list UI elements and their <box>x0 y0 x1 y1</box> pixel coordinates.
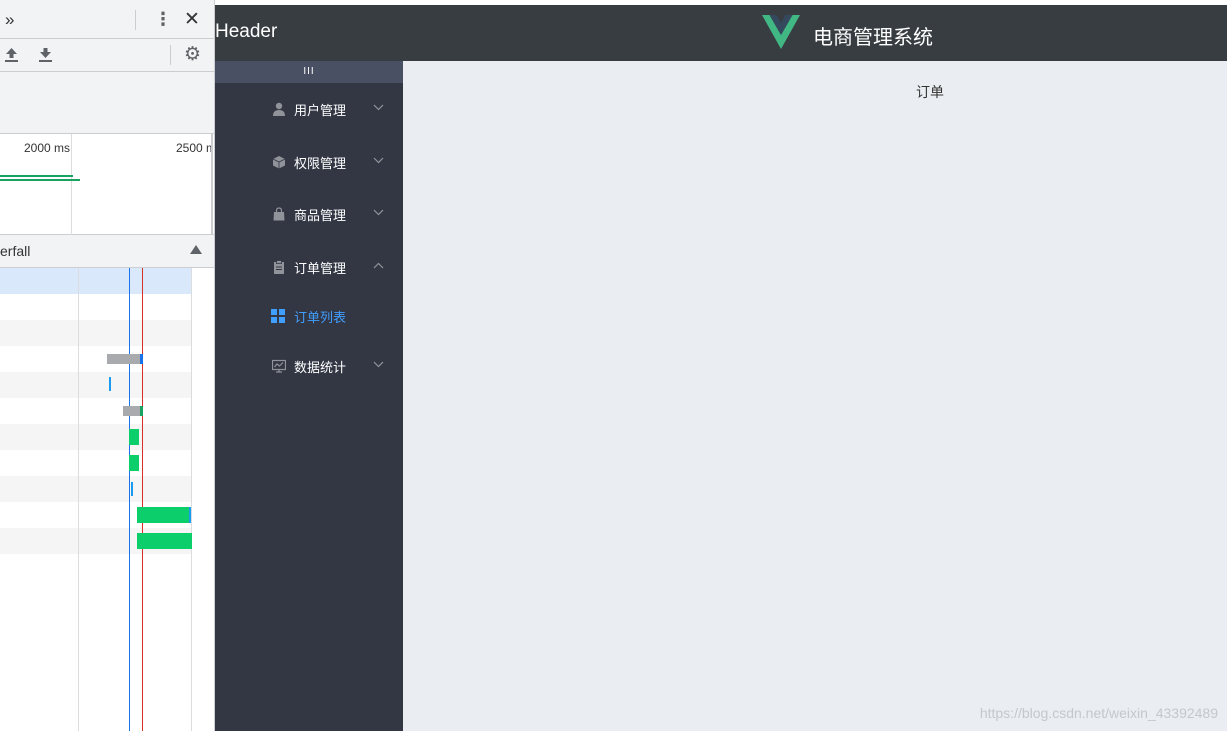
overview-scroll-edge <box>211 134 213 235</box>
app-header: Header 电商管理系统 <box>215 5 1227 61</box>
user-icon <box>273 102 285 116</box>
table-row[interactable] <box>0 424 191 450</box>
grid-icon <box>271 309 285 323</box>
kebab-menu-icon[interactable]: ⋮ <box>154 10 172 28</box>
chevron-down-icon <box>373 209 384 216</box>
app-title: 电商管理系统 <box>813 25 933 49</box>
overview-activity-bar <box>0 175 73 177</box>
main-content: 订单 https://blog.csdn.net/weixin_43392489 <box>403 61 1227 731</box>
waterfall-grid-line <box>78 268 79 731</box>
menu-label: 商品管理 <box>294 209 347 224</box>
shopping-bag-icon <box>273 207 285 221</box>
watermark: https://blog.csdn.net/weixin_43392489 <box>979 705 1218 721</box>
table-row[interactable] <box>0 320 191 346</box>
vue-logo-icon <box>762 15 800 49</box>
waterfall-bar <box>123 406 140 416</box>
menu-data-statistics[interactable]: 数据统计 <box>215 341 403 391</box>
chevron-up-icon <box>373 262 384 269</box>
menu-permission-management[interactable]: 权限管理 <box>215 137 403 187</box>
clipboard-icon <box>274 260 284 274</box>
table-row[interactable] <box>0 346 191 372</box>
waterfall-bar <box>137 533 192 549</box>
menu-goods-management[interactable]: 商品管理 <box>215 189 403 239</box>
menu-label: 数据统计 <box>294 361 347 376</box>
chevron-down-icon <box>373 361 384 368</box>
table-row[interactable] <box>0 372 191 398</box>
upload-icon[interactable] <box>4 47 19 63</box>
screen: » ⋮ ✕ ⚙ 2000 ms 2500 ms <box>0 0 1227 731</box>
waterfall-bar <box>129 455 139 471</box>
gear-icon[interactable]: ⚙ <box>184 45 201 64</box>
devtools-tab-bar: » ⋮ ✕ <box>0 0 214 39</box>
devtools-panel: » ⋮ ✕ ⚙ 2000 ms 2500 ms <box>0 0 215 731</box>
app-container: Header 电商管理系统 III 用户管理 权限管理 商品管理 订单管理 订单… <box>215 5 1227 731</box>
waterfall-header[interactable]: erfall <box>0 235 214 268</box>
collapse-toggle-button[interactable]: III <box>215 61 403 83</box>
waterfall-grid-line <box>191 268 192 731</box>
submenu-label: 订单列表 <box>294 311 347 326</box>
menu-label: 权限管理 <box>294 157 347 172</box>
chevron-down-icon <box>373 104 384 111</box>
sidebar: III 用户管理 权限管理 商品管理 订单管理 订单列表 数据统计 <box>215 61 403 731</box>
overview-activity-bar <box>0 179 80 181</box>
table-row[interactable] <box>0 268 191 294</box>
close-icon[interactable]: ✕ <box>184 10 200 29</box>
dom-content-loaded-line <box>129 268 130 731</box>
download-icon[interactable] <box>38 47 53 63</box>
waterfall-bar <box>107 354 140 364</box>
menu-label: 用户管理 <box>294 104 347 119</box>
table-row[interactable] <box>0 450 191 476</box>
page-content-text: 订单 <box>916 85 944 101</box>
menu-label: 订单管理 <box>294 262 347 277</box>
waterfall-bar <box>129 429 139 445</box>
chart-icon <box>272 359 286 373</box>
waterfall-column-label: erfall <box>0 243 31 259</box>
devtools-toolbar: ⚙ <box>0 39 214 72</box>
sort-ascending-icon[interactable] <box>190 245 202 254</box>
menu-order-management[interactable]: 订单管理 <box>215 242 403 292</box>
submenu-order-list[interactable]: 订单列表 <box>215 291 403 341</box>
header-placeholder-text: Header <box>215 21 278 42</box>
chevron-down-icon <box>373 157 384 164</box>
table-row[interactable] <box>0 398 191 424</box>
waterfall-rows <box>0 268 214 731</box>
waterfall-bar <box>131 482 133 496</box>
waterfall-bar <box>140 406 143 416</box>
waterfall-bar <box>137 507 190 523</box>
devtools-filter-area <box>0 72 214 134</box>
waterfall-bar <box>109 377 111 391</box>
waterfall-bar <box>189 507 191 523</box>
table-row[interactable] <box>0 476 191 502</box>
more-tabs-icon[interactable]: » <box>5 11 14 28</box>
waterfall-bar <box>140 354 143 364</box>
tick-label-2500: 2500 ms <box>176 141 212 155</box>
overview-grid-line <box>71 134 72 235</box>
divider <box>170 45 171 65</box>
menu-user-management[interactable]: 用户管理 <box>215 84 403 134</box>
tick-label-2000: 2000 ms <box>24 141 71 155</box>
network-overview: 2000 ms 2500 ms <box>0 134 214 235</box>
load-event-line <box>142 268 143 731</box>
divider <box>135 10 136 30</box>
cube-icon <box>272 156 286 169</box>
table-row[interactable] <box>0 294 191 320</box>
